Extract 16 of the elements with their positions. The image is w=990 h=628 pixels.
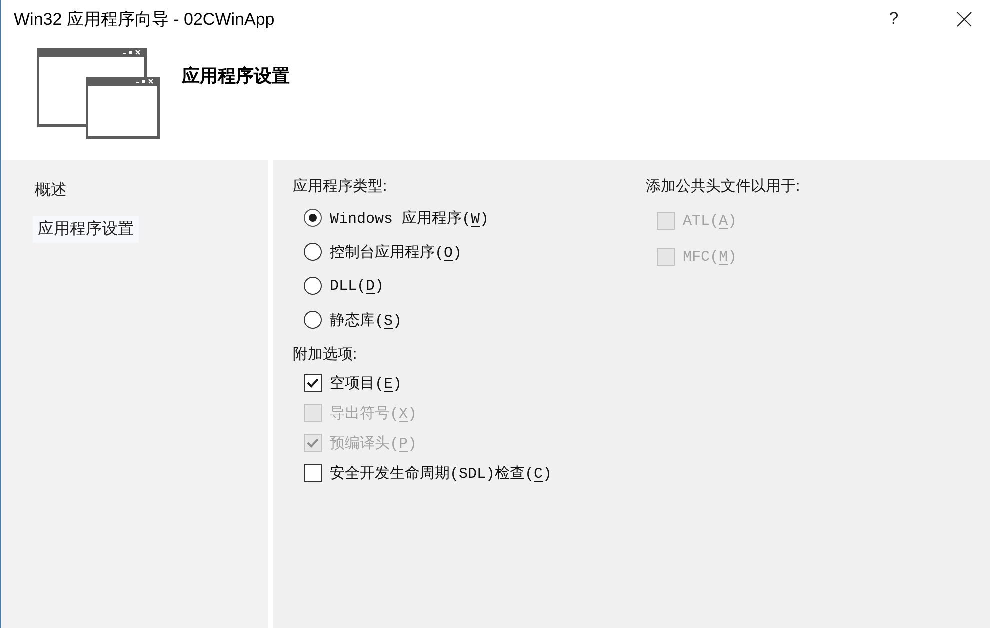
radio-option[interactable]: Windows 应用程序(W) bbox=[304, 201, 490, 235]
close-icon bbox=[956, 12, 972, 26]
checkbox-option[interactable]: 空项目(E) bbox=[304, 368, 402, 398]
section-title: 添加公共头文件以用于: bbox=[646, 177, 800, 197]
sidebar-item[interactable]: 概述 bbox=[33, 177, 69, 204]
window-title: Win32 应用程序向导 - 02CWinApp bbox=[14, 8, 276, 30]
page-title: 应用程序设置 bbox=[182, 65, 290, 88]
radio-option[interactable]: DLL(D) bbox=[304, 269, 384, 303]
radio-option[interactable]: 控制台应用程序(O) bbox=[304, 235, 462, 269]
help-button[interactable]: ? bbox=[871, 3, 917, 35]
section-title: 附加选项: bbox=[293, 345, 358, 365]
checkbox-option[interactable]: 安全开发生命周期(SDL)检查(C) bbox=[304, 458, 552, 488]
sidebar-item[interactable]: 应用程序设置 bbox=[33, 216, 139, 243]
radio-option[interactable]: 静态库(S) bbox=[304, 303, 402, 337]
app-windows-icon bbox=[36, 47, 160, 139]
section-title: 应用程序类型: bbox=[293, 177, 388, 197]
